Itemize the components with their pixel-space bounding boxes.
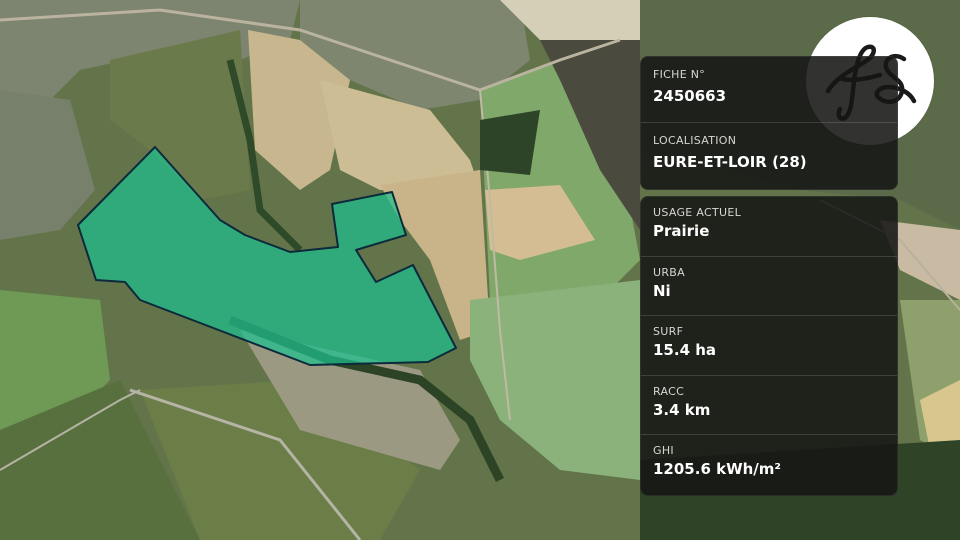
usage-row: USAGE ACTUEL Prairie xyxy=(641,197,897,257)
fiche-value: 2450663 xyxy=(653,87,727,105)
woods xyxy=(480,110,540,175)
surf-row: SURF 15.4 ha xyxy=(641,316,897,376)
usage-value: Prairie xyxy=(653,222,710,240)
urba-value: Ni xyxy=(653,281,671,300)
localisation-label: LOCALISATION xyxy=(653,134,737,147)
map-view[interactable]: FICHE N° 2450663 LOCALISATION EURE-ET-LO… xyxy=(0,0,960,540)
ghi-value: 1205.6 kWh/m² xyxy=(653,460,781,479)
urba-label: URBA xyxy=(653,265,685,279)
fiche-label: FICHE N° xyxy=(653,68,706,81)
localisation-value: EURE-ET-LOIR (28) xyxy=(653,153,807,171)
urba-row: URBA Ni xyxy=(641,257,897,317)
details-panel: USAGE ACTUEL Prairie URBA Ni SURF 15.4 h… xyxy=(640,196,898,496)
fiche-row: FICHE N° 2450663 xyxy=(641,57,897,123)
surf-label: SURF xyxy=(653,325,684,339)
racc-row: RACC 3.4 km xyxy=(641,376,897,436)
localisation-row: LOCALISATION EURE-ET-LOIR (28) xyxy=(641,123,897,189)
ghi-row: GHI 1205.6 kWh/m² xyxy=(641,435,897,495)
racc-label: RACC xyxy=(653,384,685,398)
racc-value: 3.4 km xyxy=(653,400,711,419)
identity-panel: FICHE N° 2450663 LOCALISATION EURE-ET-LO… xyxy=(640,56,898,190)
ghi-label: GHI xyxy=(653,444,674,458)
usage-label: USAGE ACTUEL xyxy=(653,206,742,219)
surf-value: 15.4 ha xyxy=(653,341,717,360)
